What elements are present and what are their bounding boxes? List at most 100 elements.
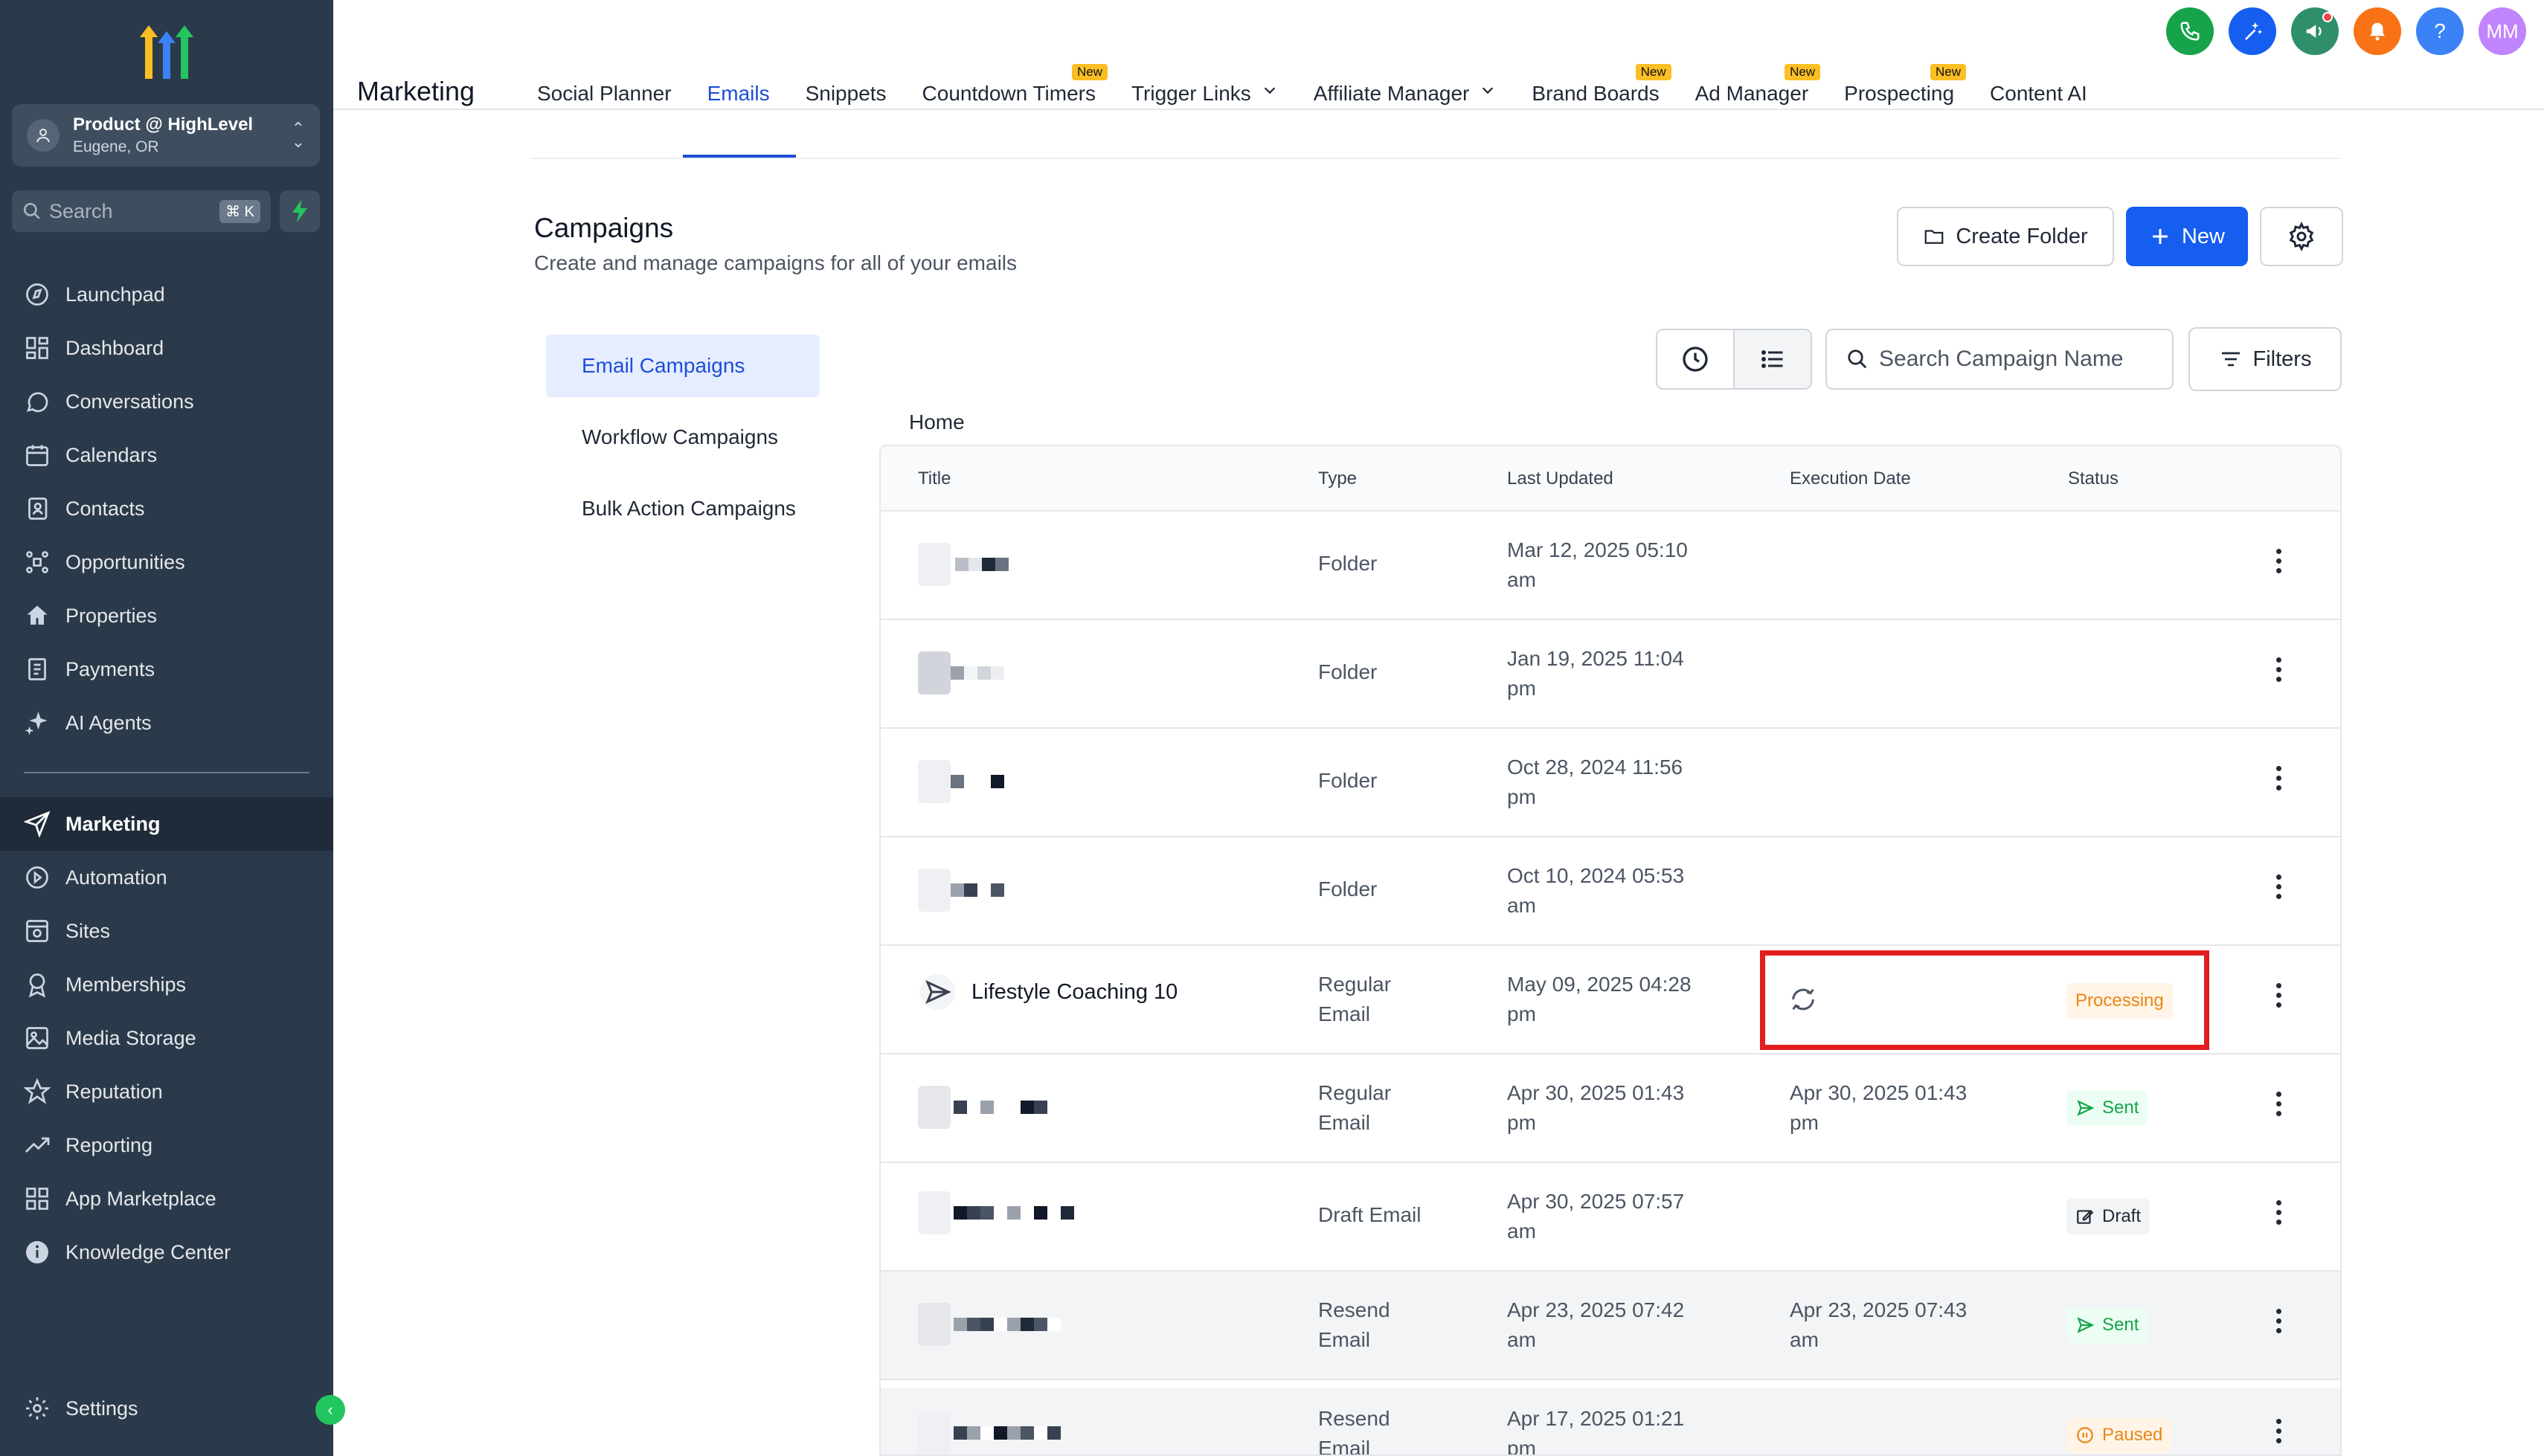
new-campaign-button[interactable]: New (2126, 207, 2248, 266)
breadcrumb[interactable]: Home (909, 410, 965, 434)
email-thumbnail (918, 1086, 951, 1129)
type-line: Draft Email (1318, 1203, 1422, 1226)
tab-emails[interactable]: Emails (690, 67, 788, 110)
collapse-sidebar-button[interactable]: ‹ (315, 1395, 345, 1425)
sidebar-item-contacts[interactable]: Contacts (0, 482, 333, 535)
row-menu-button[interactable] (2276, 766, 2284, 795)
list-view-button[interactable] (1733, 330, 1811, 388)
highlevel-logo[interactable] (134, 21, 199, 80)
row-last-updated: Apr 30, 2025 01:43 pm (1507, 1078, 1684, 1138)
sidebar-item-launchpad[interactable]: Launchpad (0, 268, 333, 321)
sidebar-item-sites[interactable]: Sites (0, 904, 333, 958)
table-row[interactable]: Folder Mar 12, 2025 05:10 am (881, 512, 2340, 620)
sidebar-item-label: Properties (65, 604, 158, 627)
new-label: New (2181, 224, 2225, 248)
campaign-search-input[interactable] (1879, 347, 2162, 372)
ai-assistant-button[interactable] (2229, 7, 2276, 55)
top-bar: Marketing Social Planner Emails Snippets… (333, 0, 2544, 110)
sidebar-item-label: Opportunities (65, 550, 185, 573)
row-menu-button[interactable] (2276, 1092, 2284, 1121)
campaign-title[interactable]: Lifestyle Coaching 10 (971, 977, 1178, 1007)
notification-dot (2322, 12, 2333, 22)
sidebar-item-settings[interactable]: Settings (0, 1382, 333, 1435)
table-row[interactable]: Draft Email Apr 30, 2025 07:57 am Draft (881, 1163, 2340, 1272)
sidebar-divider (24, 772, 309, 773)
create-folder-button[interactable]: Create Folder (1897, 207, 2114, 266)
tab-prospecting[interactable]: Prospecting New (1826, 64, 1972, 110)
send-icon (2077, 1317, 2095, 1333)
subnav-email-campaigns[interactable]: Email Campaigns (546, 335, 820, 397)
row-menu-button[interactable] (2276, 657, 2284, 686)
sidebar-item-knowledge-center[interactable]: Knowledge Center (0, 1225, 333, 1279)
notifications-button[interactable] (2354, 7, 2401, 55)
help-button[interactable]: ? (2416, 7, 2464, 55)
row-execution-date: Apr 23, 2025 07:43 am (1790, 1295, 1967, 1355)
announcements-button[interactable] (2291, 7, 2339, 55)
recent-view-button[interactable] (1657, 330, 1733, 388)
sidebar-item-label: Sites (65, 919, 111, 942)
marketing-tabs: Social Planner Emails Snippets Countdown… (519, 64, 2105, 110)
col-type[interactable]: Type (1318, 468, 1357, 489)
tab-countdown-timers[interactable]: Countdown Timers New (905, 64, 1114, 110)
sidebar-item-memberships[interactable]: Memberships (0, 958, 333, 1011)
row-menu-button[interactable] (2276, 1309, 2284, 1338)
tab-brand-boards[interactable]: Brand Boards New (1514, 64, 1677, 110)
view-toggle (1656, 329, 1812, 390)
table-row[interactable]: Folder Oct 10, 2024 05:53 am (881, 837, 2340, 946)
type-line: Resend (1318, 1407, 1390, 1430)
sidebar-item-reputation[interactable]: Reputation (0, 1065, 333, 1118)
row-menu-button[interactable] (2276, 549, 2284, 578)
row-menu-button[interactable] (2276, 1200, 2284, 1229)
row-menu-button[interactable] (2276, 874, 2284, 903)
subnav-workflow-campaigns[interactable]: Workflow Campaigns (546, 406, 820, 468)
user-avatar[interactable]: MM (2479, 7, 2526, 55)
filters-button[interactable]: Filters (2188, 327, 2342, 391)
sidebar-item-ai-agents[interactable]: AI Agents (0, 696, 333, 750)
row-menu-button[interactable] (2276, 1419, 2284, 1448)
sidebar-item-automation[interactable]: Automation (0, 851, 333, 904)
type-line: Folder (1318, 769, 1378, 792)
tab-snippets[interactable]: Snippets (788, 67, 905, 110)
tab-ad-manager[interactable]: Ad Manager New (1677, 64, 1827, 110)
campaign-search[interactable] (1825, 329, 2174, 390)
redacted-title (918, 869, 1004, 912)
sidebar-item-reporting[interactable]: Reporting (0, 1118, 333, 1172)
tab-affiliate-manager[interactable]: Affiliate Manager (1296, 67, 1514, 110)
col-title[interactable]: Title (918, 468, 951, 489)
table-row[interactable]: Folder Oct 28, 2024 11:56 pm (881, 729, 2340, 837)
table-row[interactable]: Regular Email Apr 30, 2025 01:43 pm Apr 30… (881, 1054, 2340, 1163)
col-last-updated[interactable]: Last Updated (1507, 468, 1613, 489)
tab-content-ai[interactable]: Content AI (1972, 67, 2105, 110)
type-line: Folder (1318, 660, 1378, 683)
table-row[interactable]: Resend Email Apr 17, 2025 01:21 pm Paused (881, 1380, 2340, 1455)
table-row[interactable]: Folder Jan 19, 2025 11:04 pm (881, 620, 2340, 729)
subnav-bulk-action-campaigns[interactable]: Bulk Action Campaigns (546, 477, 820, 540)
quick-actions-button[interactable] (280, 190, 320, 232)
row-menu-button[interactable] (2276, 983, 2284, 1012)
col-status[interactable]: Status (2068, 468, 2119, 489)
tab-trigger-links[interactable]: Trigger Links (1114, 67, 1296, 110)
phone-button[interactable] (2166, 7, 2214, 55)
sidebar-item-opportunities[interactable]: Opportunities (0, 535, 333, 589)
sidebar-item-app-marketplace[interactable]: App Marketplace (0, 1172, 333, 1225)
sidebar-item-conversations[interactable]: Conversations (0, 375, 333, 428)
sidebar-item-properties[interactable]: Properties (0, 589, 333, 642)
tab-social-planner[interactable]: Social Planner (519, 67, 690, 110)
filters-label: Filters (2252, 347, 2312, 371)
sidebar-search[interactable]: Search ⌘ K (12, 190, 271, 232)
settings-button[interactable] (2260, 207, 2343, 266)
trend-icon (25, 1137, 50, 1153)
list-icon (1761, 350, 1783, 368)
col-execution-date[interactable]: Execution Date (1790, 468, 1911, 489)
sidebar-item-dashboard[interactable]: Dashboard (0, 321, 333, 375)
table-row[interactable]: Resend Email Apr 23, 2025 07:42 am Apr 23,… (881, 1272, 2340, 1380)
sidebar-item-payments[interactable]: Payments (0, 642, 333, 696)
info-icon (26, 1241, 48, 1263)
header-actions: ? MM (2166, 7, 2526, 55)
location-avatar-icon (27, 119, 60, 152)
account-switcher[interactable]: Product @ HighLevel Eugene, OR ⌃ ⌄ (12, 104, 320, 167)
search-shortcut: ⌘ K (219, 199, 260, 223)
sidebar-item-calendars[interactable]: Calendars (0, 428, 333, 482)
sidebar-item-media-storage[interactable]: Media Storage (0, 1011, 333, 1065)
sidebar-item-marketing[interactable]: Marketing (0, 797, 333, 851)
